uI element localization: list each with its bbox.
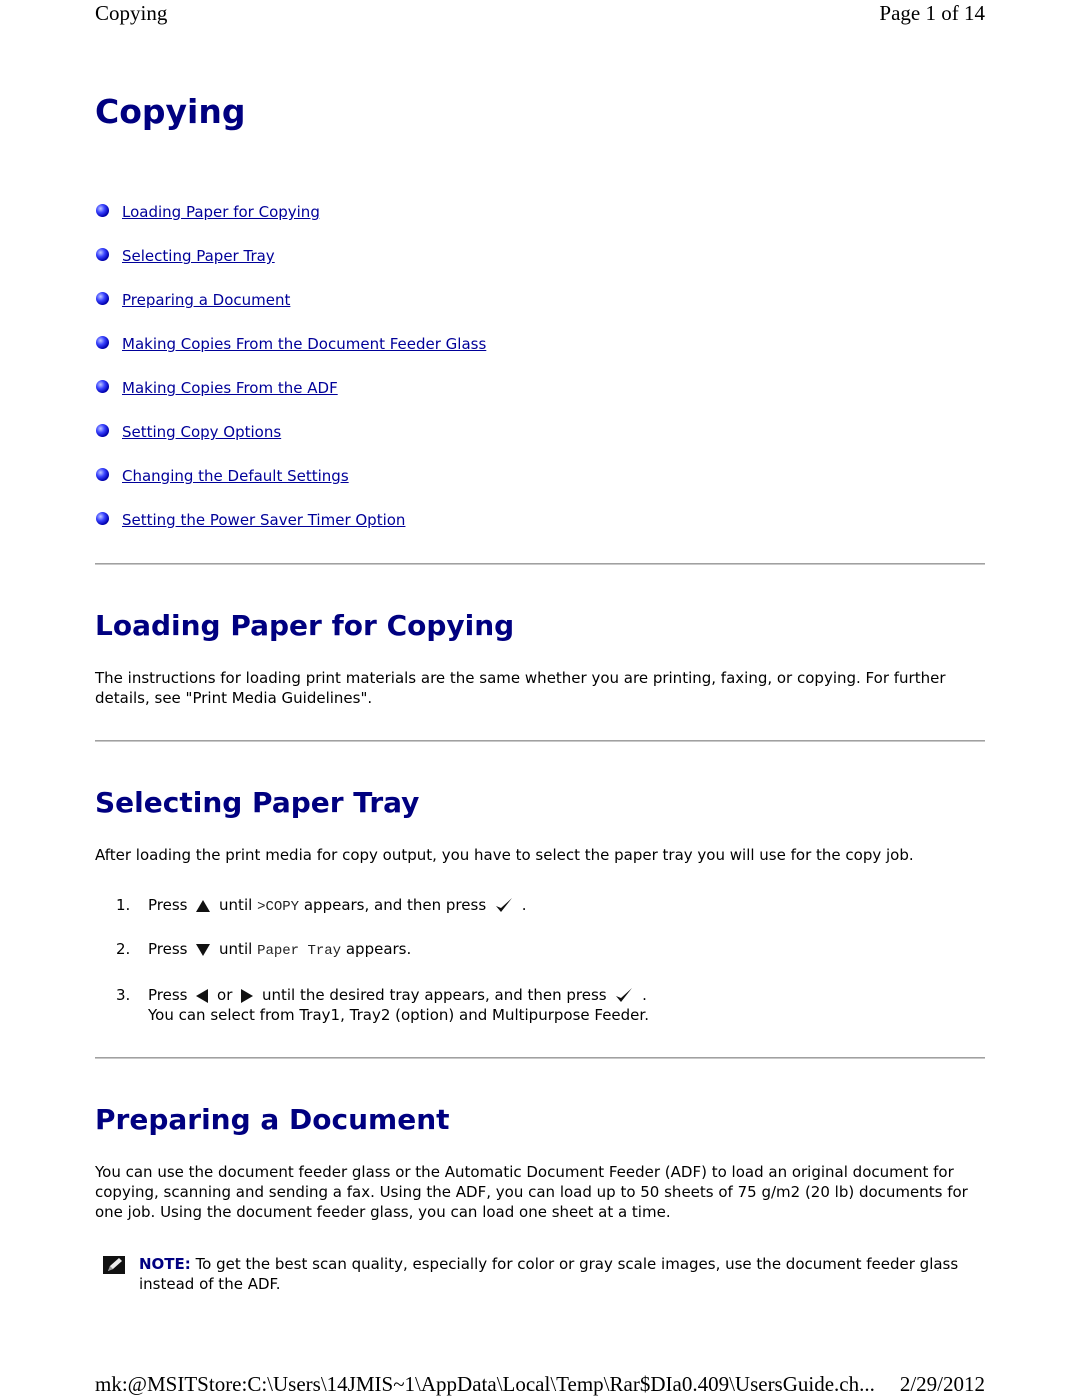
toc-link-default-settings[interactable]: Changing the Default Settings [122, 464, 349, 488]
page-title: Copying [95, 92, 246, 131]
page-indicator: Page 1 of 14 [879, 1, 985, 25]
steps-list: 1. Press until >COPY appears, and then p… [116, 895, 649, 1025]
right-arrow-icon [241, 988, 254, 1003]
step-item: 3. Press or until the desired tray appea… [116, 985, 649, 1025]
loading-paper-text: The instructions for loading print mater… [95, 669, 946, 707]
step-text: . [642, 986, 647, 1004]
toc-link-preparing-document[interactable]: Preparing a Document [122, 288, 290, 312]
step-text: until the desired tray appears, and then… [261, 986, 607, 1004]
step-text: until [219, 896, 253, 914]
section-title-loading-paper: Loading Paper for Copying [95, 609, 515, 642]
display-code: Paper Tray [257, 943, 342, 959]
footer-path: mk:@MSITStore:C:\Users\14JMIS~1\AppData\… [95, 1372, 875, 1396]
step-text: or [217, 986, 233, 1004]
checkmark-icon [495, 897, 512, 912]
toc-item: Loading Paper for Copying [96, 200, 486, 244]
toc-item: Setting the Power Saver Timer Option [96, 508, 486, 552]
toc-item: Making Copies From the Document Feeder G… [96, 332, 486, 376]
toc-item: Setting Copy Options [96, 420, 486, 464]
step-detail: You can select from Tray1, Tray2 (option… [148, 1006, 649, 1024]
toc-item: Preparing a Document [96, 288, 486, 332]
toc-item: Changing the Default Settings [96, 464, 486, 508]
section-title-selecting-tray: Selecting Paper Tray [95, 786, 420, 819]
toc-link-copies-adf[interactable]: Making Copies From the ADF [122, 376, 338, 400]
step-text: Press [148, 896, 188, 914]
header-title: Copying [95, 1, 168, 25]
step-text: Press [148, 986, 188, 1004]
up-arrow-icon [196, 899, 211, 912]
step-number: 1. [116, 896, 131, 914]
bullet-icon [96, 468, 109, 481]
bullet-icon [96, 336, 109, 349]
bullet-icon [96, 424, 109, 437]
step-number: 2. [116, 940, 131, 958]
step-text: . [521, 896, 527, 914]
section-title-preparing-document: Preparing a Document [95, 1103, 450, 1136]
bullet-icon [96, 292, 109, 305]
bullet-icon [96, 380, 109, 393]
display-code: >COPY [257, 899, 300, 915]
bullet-icon [96, 248, 109, 261]
step-text: Press [148, 940, 188, 958]
note-body: To get the best scan quality, especially… [139, 1255, 959, 1293]
table-of-contents: Loading Paper for Copying Selecting Pape… [96, 200, 486, 552]
down-arrow-icon [196, 943, 211, 956]
bullet-icon [96, 512, 109, 525]
toc-link-power-saver[interactable]: Setting the Power Saver Timer Option [122, 508, 405, 532]
toc-link-copies-glass[interactable]: Making Copies From the Document Feeder G… [122, 332, 486, 356]
footer-date: 2/29/2012 [899, 1372, 985, 1396]
note-text: NOTE: To get the best scan quality, espe… [139, 1254, 984, 1294]
divider [95, 1057, 985, 1059]
checkmark-icon [616, 987, 633, 1002]
step-number: 3. [116, 986, 131, 1004]
toc-item: Selecting Paper Tray [96, 244, 486, 288]
toc-link-selecting-tray[interactable]: Selecting Paper Tray [122, 244, 275, 268]
note-label: NOTE: [139, 1255, 191, 1273]
preparing-document-text: You can use the document feeder glass or… [95, 1163, 968, 1221]
bullet-icon [96, 204, 109, 217]
step-item: 1. Press until >COPY appears, and then p… [116, 895, 649, 939]
pencil-note-icon [103, 1256, 125, 1274]
step-text: appears. [345, 940, 412, 958]
step-text: until [219, 940, 253, 958]
toc-link-loading-paper[interactable]: Loading Paper for Copying [122, 200, 320, 224]
selecting-tray-intro: After loading the print media for copy o… [95, 846, 914, 864]
toc-item: Making Copies From the ADF [96, 376, 486, 420]
step-text: appears, and then press [303, 896, 487, 914]
toc-link-copy-options[interactable]: Setting Copy Options [122, 420, 281, 444]
left-arrow-icon [196, 988, 209, 1003]
divider [95, 563, 985, 565]
divider [95, 740, 985, 742]
step-item: 2. Press until Paper Tray appears. [116, 939, 649, 985]
